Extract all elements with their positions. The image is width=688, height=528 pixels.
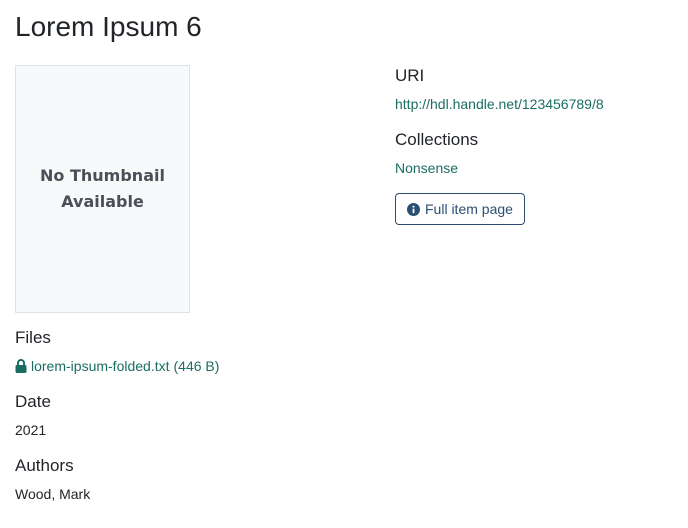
- lock-icon: [15, 359, 27, 373]
- thumbnail-placeholder-text: No Thumbnail Available: [40, 166, 165, 211]
- page-title: Lorem Ipsum 6: [15, 11, 202, 42]
- uri-link[interactable]: http://hdl.handle.net/123456789/8: [395, 94, 604, 114]
- authors-label: Authors: [15, 456, 74, 475]
- authors-value: Wood, Mark: [15, 486, 91, 502]
- full-item-page-label: Full item page: [425, 201, 513, 217]
- date-value: 2021: [15, 422, 47, 438]
- files-label: Files: [15, 328, 51, 347]
- uri-label: URI: [395, 66, 425, 85]
- collections-label: Collections: [395, 130, 479, 149]
- collection-link[interactable]: Nonsense: [395, 158, 458, 178]
- thumbnail-placeholder: No Thumbnail Available: [15, 65, 190, 313]
- file-link[interactable]: lorem-ipsum-folded.txt (446 B): [15, 356, 219, 376]
- file-size: (446 B): [173, 358, 220, 374]
- info-circle-icon: [407, 202, 420, 216]
- full-item-page-button[interactable]: Full item page: [395, 193, 525, 225]
- date-label: Date: [15, 392, 51, 411]
- file-name-link[interactable]: lorem-ipsum-folded.txt: [31, 356, 170, 376]
